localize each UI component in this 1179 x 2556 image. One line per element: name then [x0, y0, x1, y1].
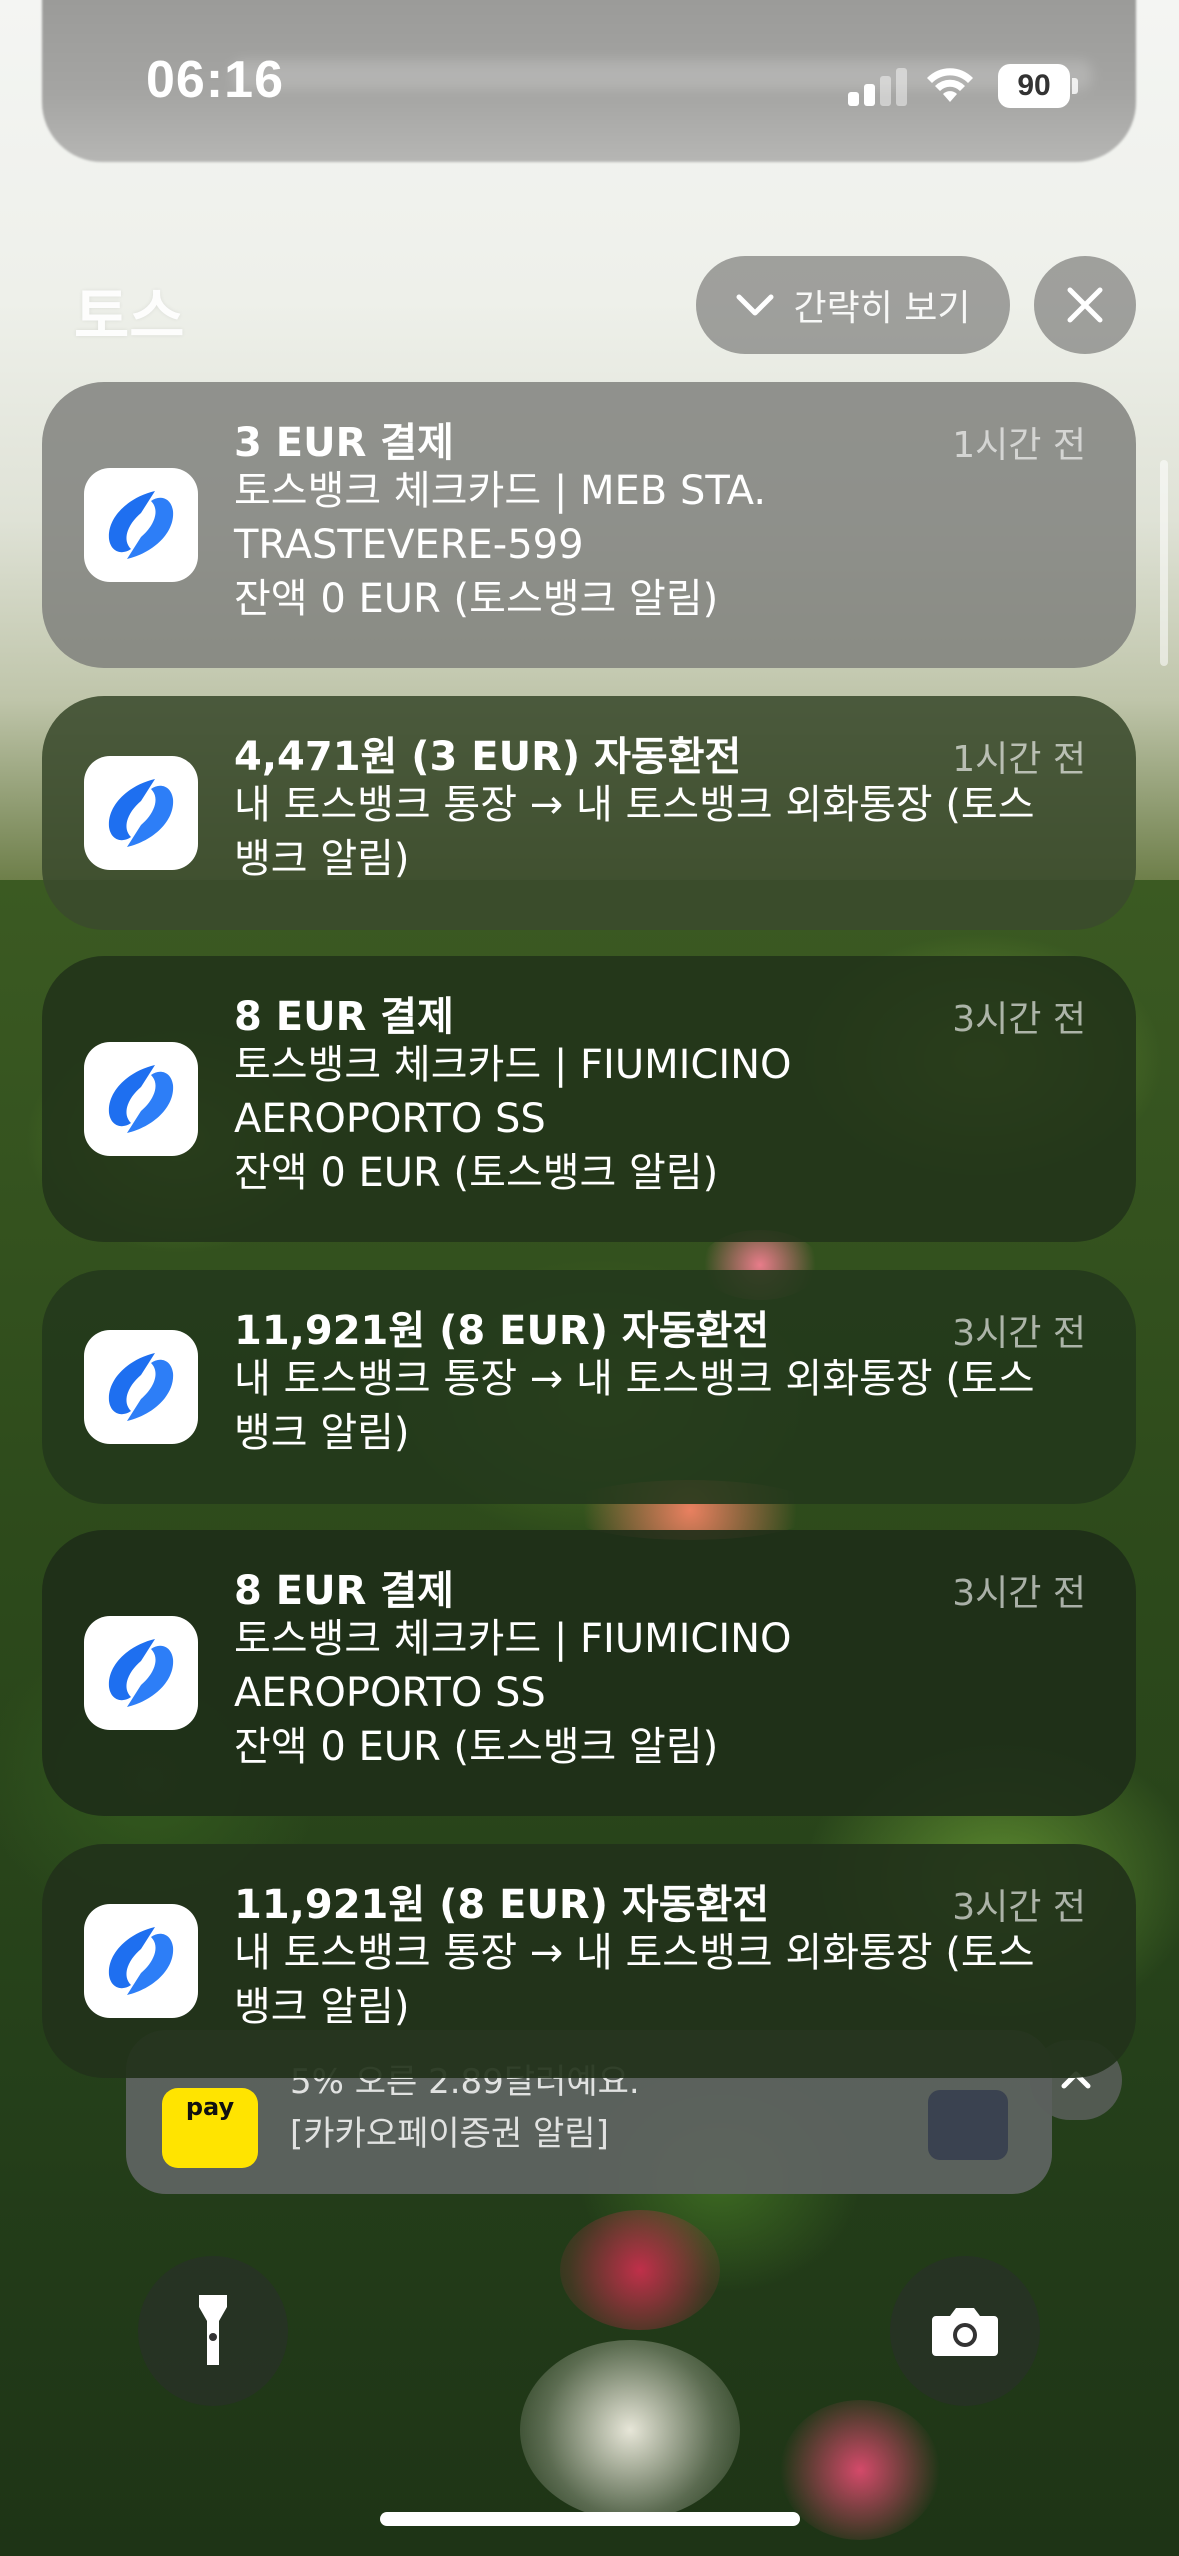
notification-time: 1시간 전 — [952, 739, 1086, 780]
notification-body: 내 토스뱅크 통장 → 내 토스뱅크 외화통장 (토스 뱅크 알림) — [234, 782, 1035, 882]
notification-card[interactable]: 3 EUR 결제 1시간 전 토스뱅크 체크카드 | MEB STA. TRAS… — [42, 382, 1136, 668]
notification-title: 11,921원 (8 EUR) 자동환전 — [234, 1882, 770, 1928]
toss-logo-icon — [108, 1353, 174, 1421]
home-indicator[interactable] — [380, 2512, 800, 2526]
notification-card[interactable]: 11,921원 (8 EUR) 자동환전 3시간 전 내 토스뱅크 통장 → 내… — [42, 1270, 1136, 1504]
notification-title: 11,921원 (8 EUR) 자동환전 — [234, 1308, 770, 1354]
status-time: 06:16 — [146, 51, 284, 109]
flowers — [520, 2340, 740, 2520]
status-bar: 06:16 90 — [0, 0, 1179, 170]
notification-group-title: 토스 — [74, 282, 185, 352]
notification-body: 토스뱅크 체크카드 | FIUMICINO AEROPORTO SS 잔액 0 … — [234, 1042, 792, 1196]
notification-card[interactable]: 8 EUR 결제 3시간 전 토스뱅크 체크카드 | FIUMICINO AER… — [42, 1530, 1136, 1816]
notification-time: 3시간 전 — [952, 1313, 1086, 1354]
show-less-label: 간략히 보기 — [793, 288, 971, 329]
notification-time: 3시간 전 — [952, 1887, 1086, 1928]
toss-logo-icon — [108, 1065, 174, 1133]
flashlight-icon — [199, 2295, 227, 2365]
chevron-down-icon — [736, 294, 774, 316]
scroll-indicator — [1160, 460, 1168, 666]
notification-body: 내 토스뱅크 통장 → 내 토스뱅크 외화통장 (토스 뱅크 알림) — [234, 1930, 1035, 2030]
toss-app-icon — [84, 1904, 198, 2018]
flowers — [780, 2400, 940, 2540]
battery-icon: 90 — [998, 64, 1070, 108]
toss-app-icon — [84, 756, 198, 870]
notification-card[interactable]: 8 EUR 결제 3시간 전 토스뱅크 체크카드 | FIUMICINO AER… — [42, 956, 1136, 1242]
clear-group-button[interactable] — [1034, 256, 1136, 354]
notification-title: 4,471원 (3 EUR) 자동환전 — [234, 734, 742, 780]
toss-logo-icon — [108, 491, 174, 559]
notification-time: 3시간 전 — [952, 1573, 1086, 1614]
notification-title: 8 EUR 결제 — [234, 994, 454, 1040]
camera-button[interactable] — [890, 2256, 1040, 2406]
flowers — [560, 2210, 720, 2330]
cellular-signal-icon — [848, 66, 908, 106]
toss-app-icon — [84, 1042, 198, 1156]
toss-logo-icon — [108, 779, 174, 847]
toss-logo-icon — [108, 1927, 174, 1995]
camera-icon — [932, 2308, 998, 2356]
flashlight-button[interactable] — [138, 2256, 288, 2406]
notification-time: 1시간 전 — [952, 425, 1086, 466]
notification-card[interactable]: 11,921원 (8 EUR) 자동환전 3시간 전 내 토스뱅크 통장 → 내… — [42, 1844, 1136, 2078]
battery-cap — [1072, 78, 1078, 94]
notification-body: 토스뱅크 체크카드 | FIUMICINO AEROPORTO SS 잔액 0 … — [234, 1616, 792, 1770]
show-less-button[interactable]: 간략히 보기 — [696, 256, 1010, 354]
wifi-icon — [927, 68, 973, 102]
close-icon — [1067, 287, 1103, 323]
toss-app-icon — [84, 468, 198, 582]
notification-title: 3 EUR 결제 — [234, 420, 454, 466]
notification-thumbnail — [928, 2090, 1008, 2160]
kakaopay-app-icon: pay — [162, 2088, 258, 2168]
toss-app-icon — [84, 1616, 198, 1730]
notification-card[interactable]: 4,471원 (3 EUR) 자동환전 1시간 전 내 토스뱅크 통장 → 내 … — [42, 696, 1136, 930]
notification-time: 3시간 전 — [952, 999, 1086, 1040]
toss-app-icon — [84, 1330, 198, 1444]
notification-body: 토스뱅크 체크카드 | MEB STA. TRASTEVERE-599 잔액 0… — [234, 468, 767, 622]
notification-body: 내 토스뱅크 통장 → 내 토스뱅크 외화통장 (토스 뱅크 알림) — [234, 1356, 1035, 1456]
notification-title: 8 EUR 결제 — [234, 1568, 454, 1614]
kakaopay-source: [카카오페이증권 알림] — [290, 2114, 609, 2154]
toss-logo-icon — [108, 1639, 174, 1707]
